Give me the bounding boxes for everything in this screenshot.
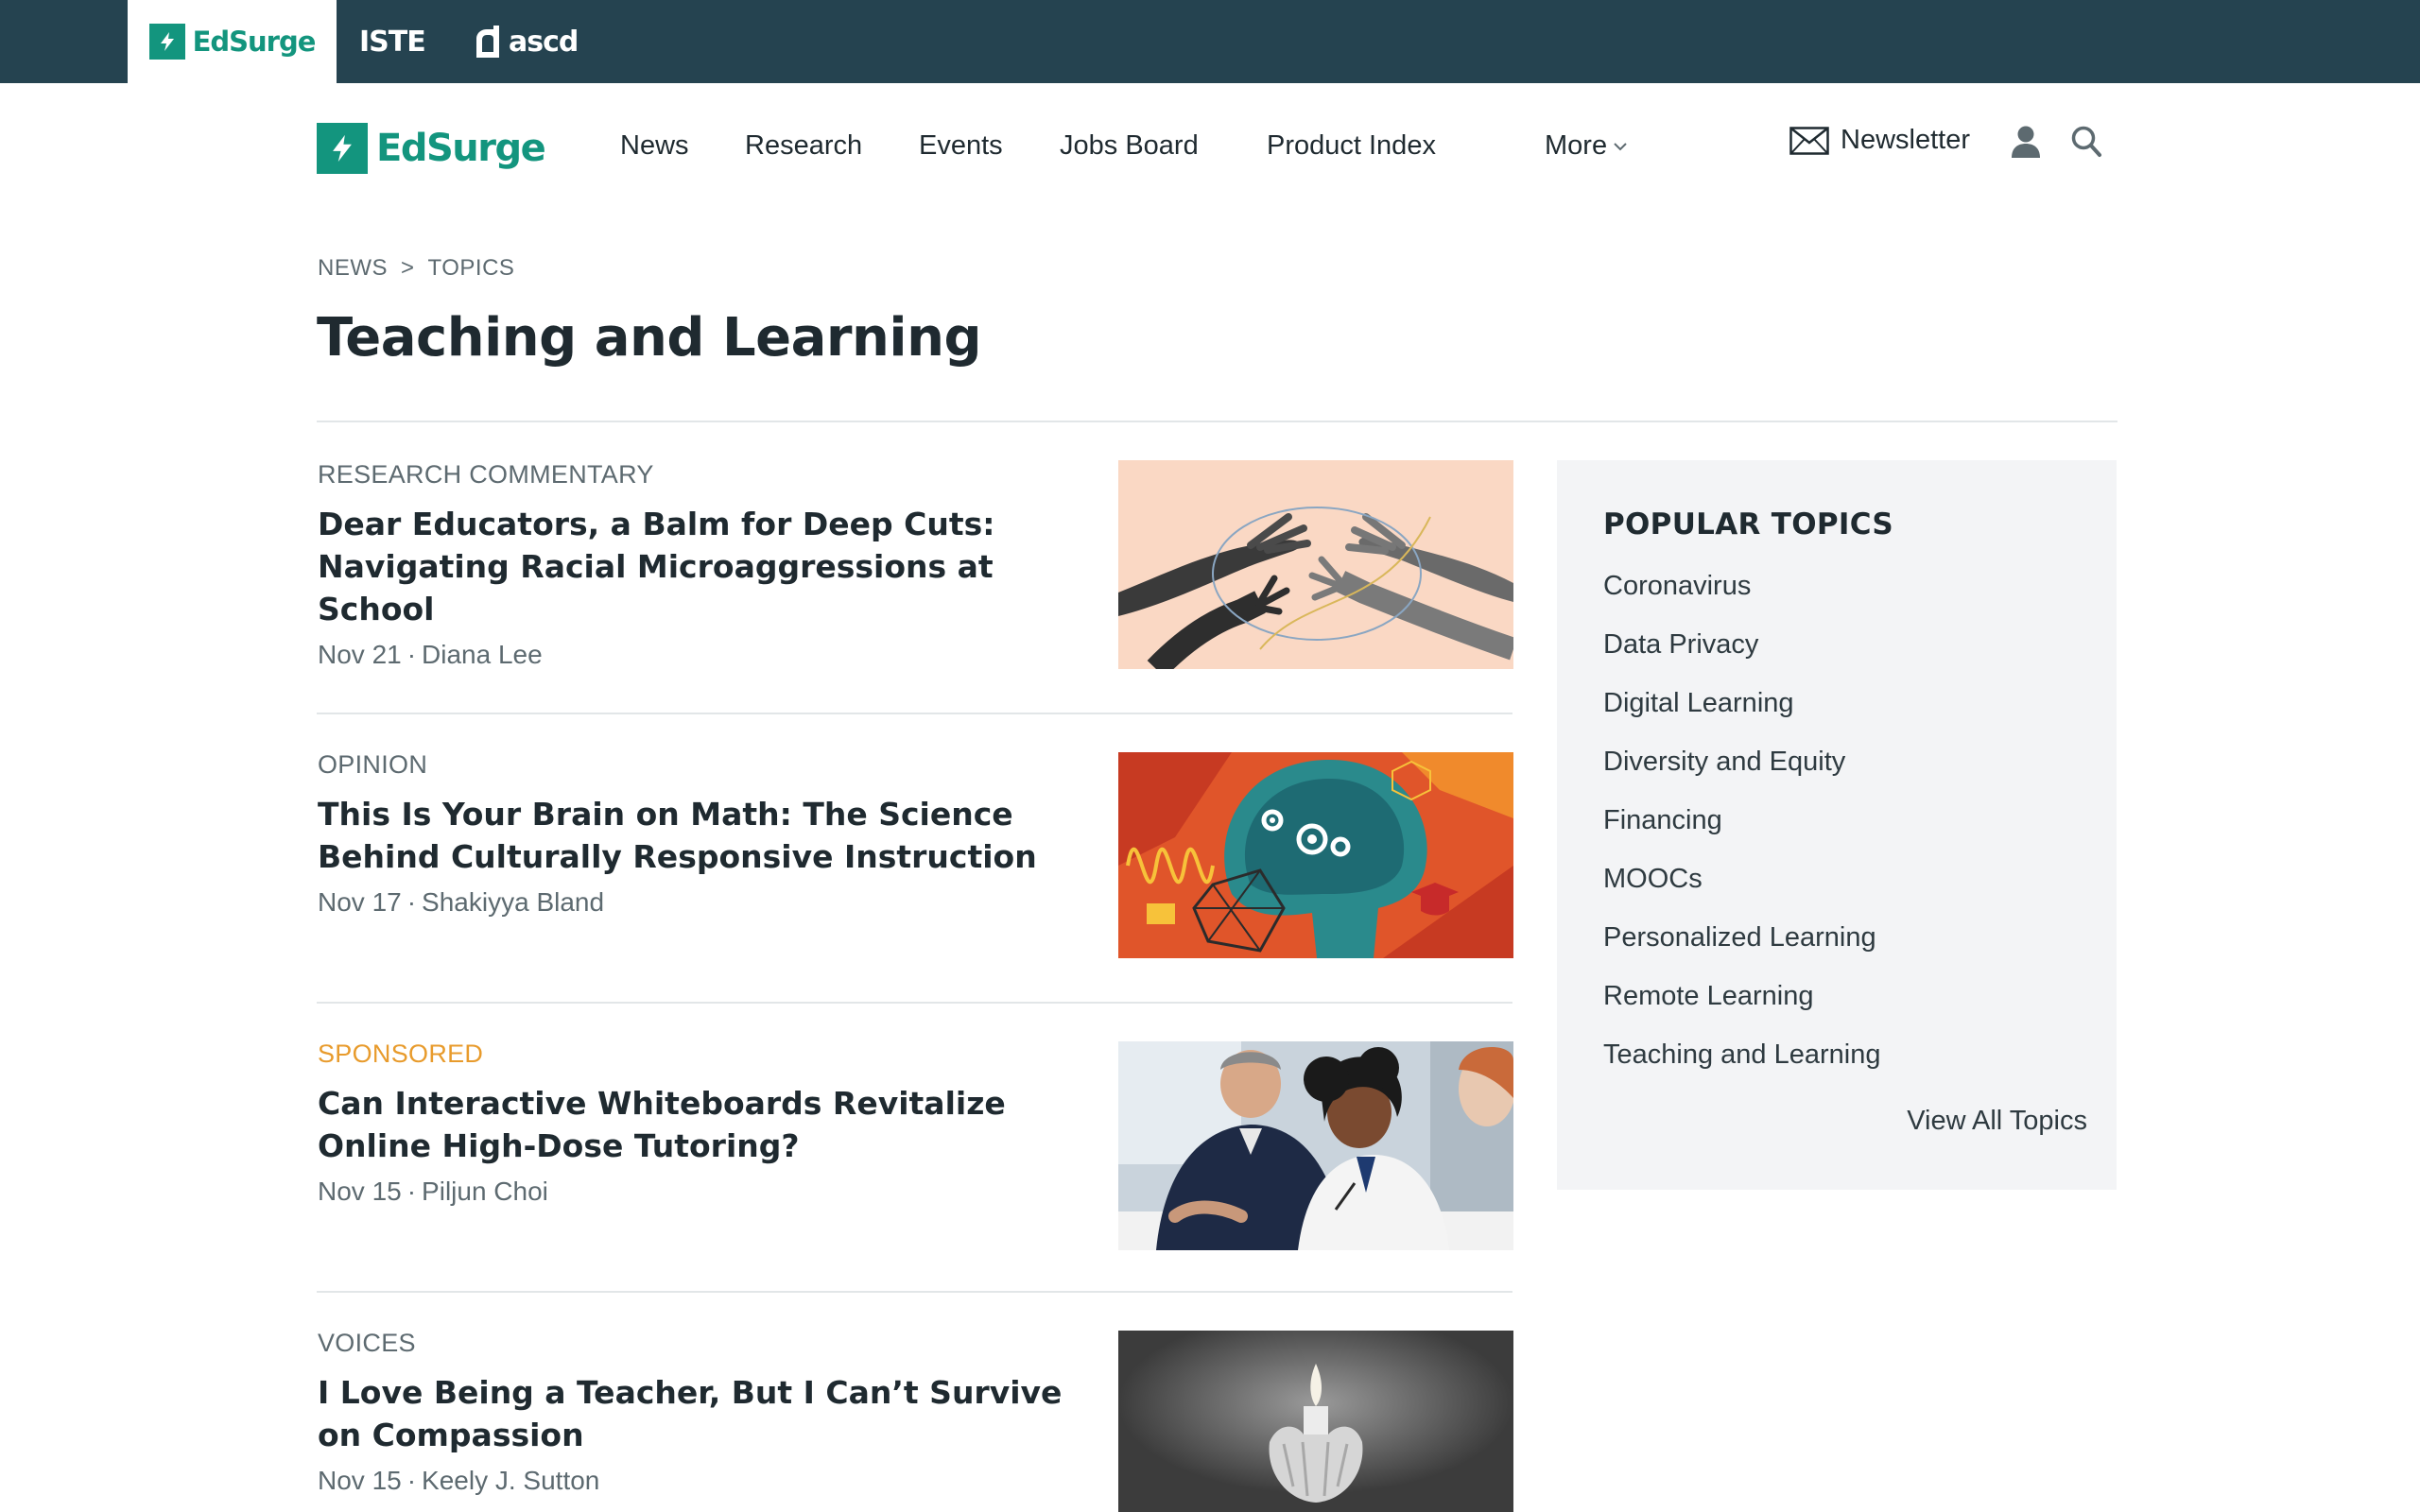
- search-button[interactable]: [2070, 125, 2102, 159]
- article-title[interactable]: Can Interactive Whiteboards Revitalize O…: [318, 1082, 1074, 1167]
- article-card: SPONSORED Can Interactive Whiteboards Re…: [318, 1040, 1513, 1250]
- article-title[interactable]: This Is Your Brain on Math: The Science …: [318, 793, 1074, 878]
- article-divider: [317, 1002, 1512, 1004]
- nav-more-dropdown[interactable]: More: [1545, 130, 1628, 162]
- brand-tab-ascd[interactable]: ascd: [473, 0, 579, 83]
- meta-separator: ·: [406, 1177, 417, 1206]
- popular-topics-sidebar: POPULAR TOPICS Coronavirus Data Privacy …: [1557, 460, 2117, 1190]
- article-divider: [317, 1291, 1512, 1293]
- topic-link[interactable]: Digital Learning: [1603, 688, 1880, 747]
- topic-link[interactable]: Diversity and Equity: [1603, 747, 1880, 805]
- topic-link[interactable]: MOOCs: [1603, 864, 1880, 922]
- view-all-topics-link[interactable]: View All Topics: [1907, 1106, 2087, 1137]
- article-date: Nov 21: [318, 640, 402, 669]
- article-title[interactable]: I Love Being a Teacher, But I Can’t Surv…: [318, 1371, 1074, 1456]
- chevron-down-icon: [1614, 142, 1627, 150]
- newsletter-label: Newsletter: [1841, 125, 1970, 155]
- search-icon: [2071, 126, 2101, 157]
- meta-separator: ·: [406, 1466, 417, 1495]
- main-navigation: EdSurge News Research Events Jobs Board …: [0, 83, 2420, 210]
- article-date: Nov 15: [318, 1177, 402, 1206]
- topic-link[interactable]: Financing: [1603, 805, 1880, 864]
- breadcrumb: NEWS > TOPICS: [318, 255, 514, 282]
- topic-link[interactable]: Data Privacy: [1603, 629, 1880, 688]
- topic-link[interactable]: Personalized Learning: [1603, 922, 1880, 981]
- nav-product-index[interactable]: Product Index: [1267, 130, 1436, 162]
- edsurge-bolt-icon: [148, 24, 185, 60]
- nav-jobs-board[interactable]: Jobs Board: [1060, 130, 1199, 162]
- envelope-icon: [1789, 126, 1829, 155]
- header-divider: [317, 421, 2118, 422]
- edsurge-logo[interactable]: EdSurge: [317, 123, 546, 174]
- brand-tab-ascd-label: ascd: [509, 25, 579, 59]
- article-card: VOICES I Love Being a Teacher, But I Can…: [318, 1329, 1513, 1512]
- article-divider: [317, 713, 1512, 714]
- edsurge-bolt-icon: [317, 123, 368, 174]
- article-thumbnail-hands[interactable]: [1118, 460, 1513, 669]
- brand-tab-edsurge-label: EdSurge: [192, 26, 317, 58]
- article-thumbnail-candle[interactable]: [1118, 1331, 1513, 1512]
- popular-topics-list: Coronavirus Data Privacy Digital Learnin…: [1603, 571, 1880, 1098]
- topic-link[interactable]: Coronavirus: [1603, 571, 1880, 629]
- article-date: Nov 15: [318, 1466, 402, 1495]
- article-card: RESEARCH COMMENTARY Dear Educators, a Ba…: [318, 460, 1513, 670]
- meta-separator: ·: [406, 887, 417, 917]
- brand-tab-iste[interactable]: ISTE: [359, 0, 426, 83]
- brand-switcher-bar: EdSurge ISTE ascd: [0, 0, 2420, 83]
- breadcrumb-separator: >: [401, 255, 415, 281]
- account-button[interactable]: [2010, 125, 2042, 159]
- edsurge-logo-text: EdSurge: [376, 127, 546, 170]
- breadcrumb-topics[interactable]: TOPICS: [428, 255, 515, 282]
- article-author[interactable]: Piljun Choi: [422, 1177, 548, 1206]
- nav-research[interactable]: Research: [745, 130, 862, 162]
- nav-more-label: More: [1545, 130, 1608, 161]
- newsletter-link[interactable]: Newsletter: [1789, 125, 1970, 156]
- article-date: Nov 17: [318, 887, 402, 917]
- page-title: Teaching and Learning: [317, 307, 982, 369]
- article-card: OPINION This Is Your Brain on Math: The …: [318, 750, 1513, 958]
- topic-link[interactable]: Remote Learning: [1603, 981, 1880, 1040]
- nav-events[interactable]: Events: [919, 130, 1003, 162]
- brand-tab-iste-label: ISTE: [359, 25, 426, 59]
- meta-separator: ·: [406, 640, 417, 669]
- topic-link[interactable]: Teaching and Learning: [1603, 1040, 1880, 1098]
- breadcrumb-news[interactable]: NEWS: [318, 255, 388, 282]
- popular-topics-heading: POPULAR TOPICS: [1603, 507, 1893, 541]
- article-author[interactable]: Shakiyya Bland: [422, 887, 604, 917]
- article-thumbnail-brain[interactable]: [1118, 752, 1513, 958]
- article-thumbnail-tutoring[interactable]: [1118, 1041, 1513, 1250]
- article-title[interactable]: Dear Educators, a Balm for Deep Cuts: Na…: [318, 503, 1074, 630]
- article-author[interactable]: Diana Lee: [422, 640, 543, 669]
- ascd-logo-icon: [473, 24, 501, 60]
- brand-tab-edsurge[interactable]: EdSurge: [128, 0, 337, 83]
- nav-news[interactable]: News: [620, 130, 689, 162]
- article-author[interactable]: Keely J. Sutton: [422, 1466, 599, 1495]
- user-icon: [2012, 126, 2040, 158]
